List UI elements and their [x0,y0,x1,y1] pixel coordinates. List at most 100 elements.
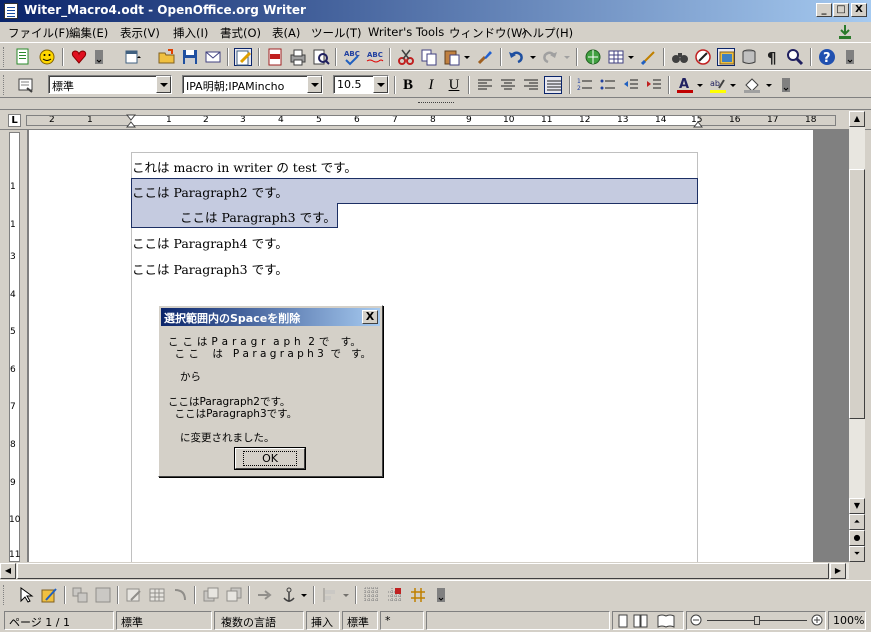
anchor-icon[interactable] [280,586,298,604]
table-grid-icon[interactable] [148,586,166,604]
zoom-percent[interactable]: 100% [828,611,866,630]
paragraph-5[interactable]: ここは Paragraph3 です。 [132,259,288,278]
zoom-out-icon[interactable] [690,614,702,629]
font-size-select[interactable]: 10.5 [333,75,389,94]
redo-icon[interactable] [541,48,559,66]
menu-format[interactable]: 書式(O) [220,25,261,41]
gallery-icon[interactable] [717,48,735,66]
font-name-select[interactable]: IPA明朝;IPAMincho [182,75,323,94]
menu-insert[interactable]: 挿入(I) [173,25,208,41]
right-indent-marker-icon[interactable] [692,114,704,131]
underline-button[interactable]: U [444,76,464,94]
new-document-icon[interactable] [14,48,32,66]
align-dropdown-icon[interactable] [342,586,350,604]
group-icon[interactable] [71,586,89,604]
wrap-icon[interactable] [256,586,274,604]
display-grid-icon[interactable] [363,586,381,604]
justify-icon[interactable] [544,76,562,94]
navigation-icon[interactable]: ● [849,530,865,546]
select-pointer-icon[interactable] [17,586,35,604]
bullets-icon[interactable] [599,76,617,94]
copy-icon[interactable] [420,48,438,66]
align-objects-icon[interactable] [321,586,339,604]
draw-functions-icon[interactable] [40,586,58,604]
send-backward-icon[interactable] [225,586,243,604]
snap-to-grid-icon[interactable] [386,586,404,604]
insert-table-icon[interactable] [607,48,625,66]
vertical-scroll-thumb[interactable] [849,169,865,419]
vertical-ruler-track[interactable] [9,132,20,562]
rotate-icon[interactable] [171,586,189,604]
styles-formatting-icon[interactable] [17,76,35,94]
menu-help[interactable]: ヘルプ(H) [521,25,573,41]
background-color-icon[interactable] [743,76,761,94]
vertical-ruler[interactable]: 1 1 3 4 5 6 7 8 9 10 11 [0,130,28,562]
scroll-down-icon[interactable]: ▼ [849,498,865,514]
italic-button[interactable]: I [421,76,441,94]
menu-file[interactable]: ファイル(F) [8,25,70,41]
numbering-icon[interactable]: 12 [576,76,594,94]
menu-writers-tools[interactable]: Writer's Tools [368,25,444,39]
next-page-icon[interactable]: ⏷ [849,546,865,562]
status-modified[interactable]: * [380,611,424,630]
chevron-down-icon[interactable] [307,76,322,93]
ungroup-icon[interactable] [94,586,112,604]
font-color-dropdown-icon[interactable] [696,76,704,94]
splitter-grip-icon[interactable] [418,102,454,106]
menu-tools[interactable]: ツール(T) [311,25,362,41]
scroll-up-icon[interactable]: ▲ [849,111,865,127]
find-replace-icon[interactable] [671,48,689,66]
previous-page-icon[interactable]: ⏶ [849,514,865,530]
decrease-indent-icon[interactable] [622,76,640,94]
autospellcheck-icon[interactable]: ABC [366,48,384,66]
status-page[interactable]: ページ 1 / 1 [4,611,114,630]
tab-type-button[interactable]: L [8,114,21,127]
font-color-icon[interactable]: A [676,76,694,94]
align-right-icon[interactable] [522,76,540,94]
chevron-down-icon[interactable] [156,76,171,93]
paste-icon[interactable] [443,48,461,66]
paragraph-1[interactable]: これは macro in writer の test です。 [132,157,357,176]
paste-dropdown-icon[interactable] [463,48,471,66]
horizontal-scroll-thumb[interactable] [17,563,829,579]
heart-icon[interactable] [70,48,88,66]
show-draw-functions-icon[interactable] [640,48,658,66]
menu-view[interactable]: 表示(V) [120,25,160,41]
toolbar-overflow-icon[interactable] [781,76,791,94]
data-sources-icon[interactable] [740,48,758,66]
paragraph-style-select[interactable]: 標準 [48,75,172,94]
ruler-track[interactable]: 2 1 1 2 3 4 5 6 7 8 9 10 11 12 13 14 15 … [26,115,836,126]
redo-dropdown-icon[interactable] [563,48,571,66]
toolbar-splitter[interactable] [0,99,871,110]
highlighting-icon[interactable]: ab [709,76,727,94]
format-paintbrush-icon[interactable] [476,48,494,66]
hyperlink-icon[interactable] [584,48,602,66]
ok-button[interactable]: OK [235,448,305,469]
indent-marker-icon[interactable] [125,114,137,131]
helplines-icon[interactable] [409,586,427,604]
scroll-right-icon[interactable]: ▶ [830,563,846,579]
status-insert-mode[interactable]: 挿入 [306,611,340,630]
highlight-dropdown-icon[interactable] [729,76,737,94]
zoom-icon[interactable] [786,48,804,66]
minimize-button[interactable]: _ [816,3,832,17]
status-page-style[interactable]: 標準 [116,611,212,630]
undo-dropdown-icon[interactable] [529,48,537,66]
chevron-down-icon[interactable] [373,76,388,93]
undo-icon[interactable] [507,48,525,66]
toolbar-overflow-icon[interactable] [94,48,104,66]
paragraph-2[interactable]: ここは Paragraph2 です。 [132,182,288,201]
zoom-slider[interactable] [686,611,826,630]
navigator-icon[interactable] [694,48,712,66]
menu-window[interactable]: ウィンドウ(W) [449,25,527,41]
toolbar-overflow-icon[interactable] [436,586,446,604]
save-icon[interactable] [181,48,199,66]
status-selection-mode[interactable]: 標準 [342,611,378,630]
open-folder-icon[interactable] [158,48,176,66]
edit-file-icon[interactable] [234,48,252,66]
horizontal-scrollbar[interactable]: ◀ ▶ [0,563,849,579]
menu-edit[interactable]: 編集(E) [69,25,108,41]
align-left-icon[interactable] [476,76,494,94]
multi-page-view-icon[interactable] [633,614,649,629]
scroll-left-icon[interactable]: ◀ [0,563,16,579]
